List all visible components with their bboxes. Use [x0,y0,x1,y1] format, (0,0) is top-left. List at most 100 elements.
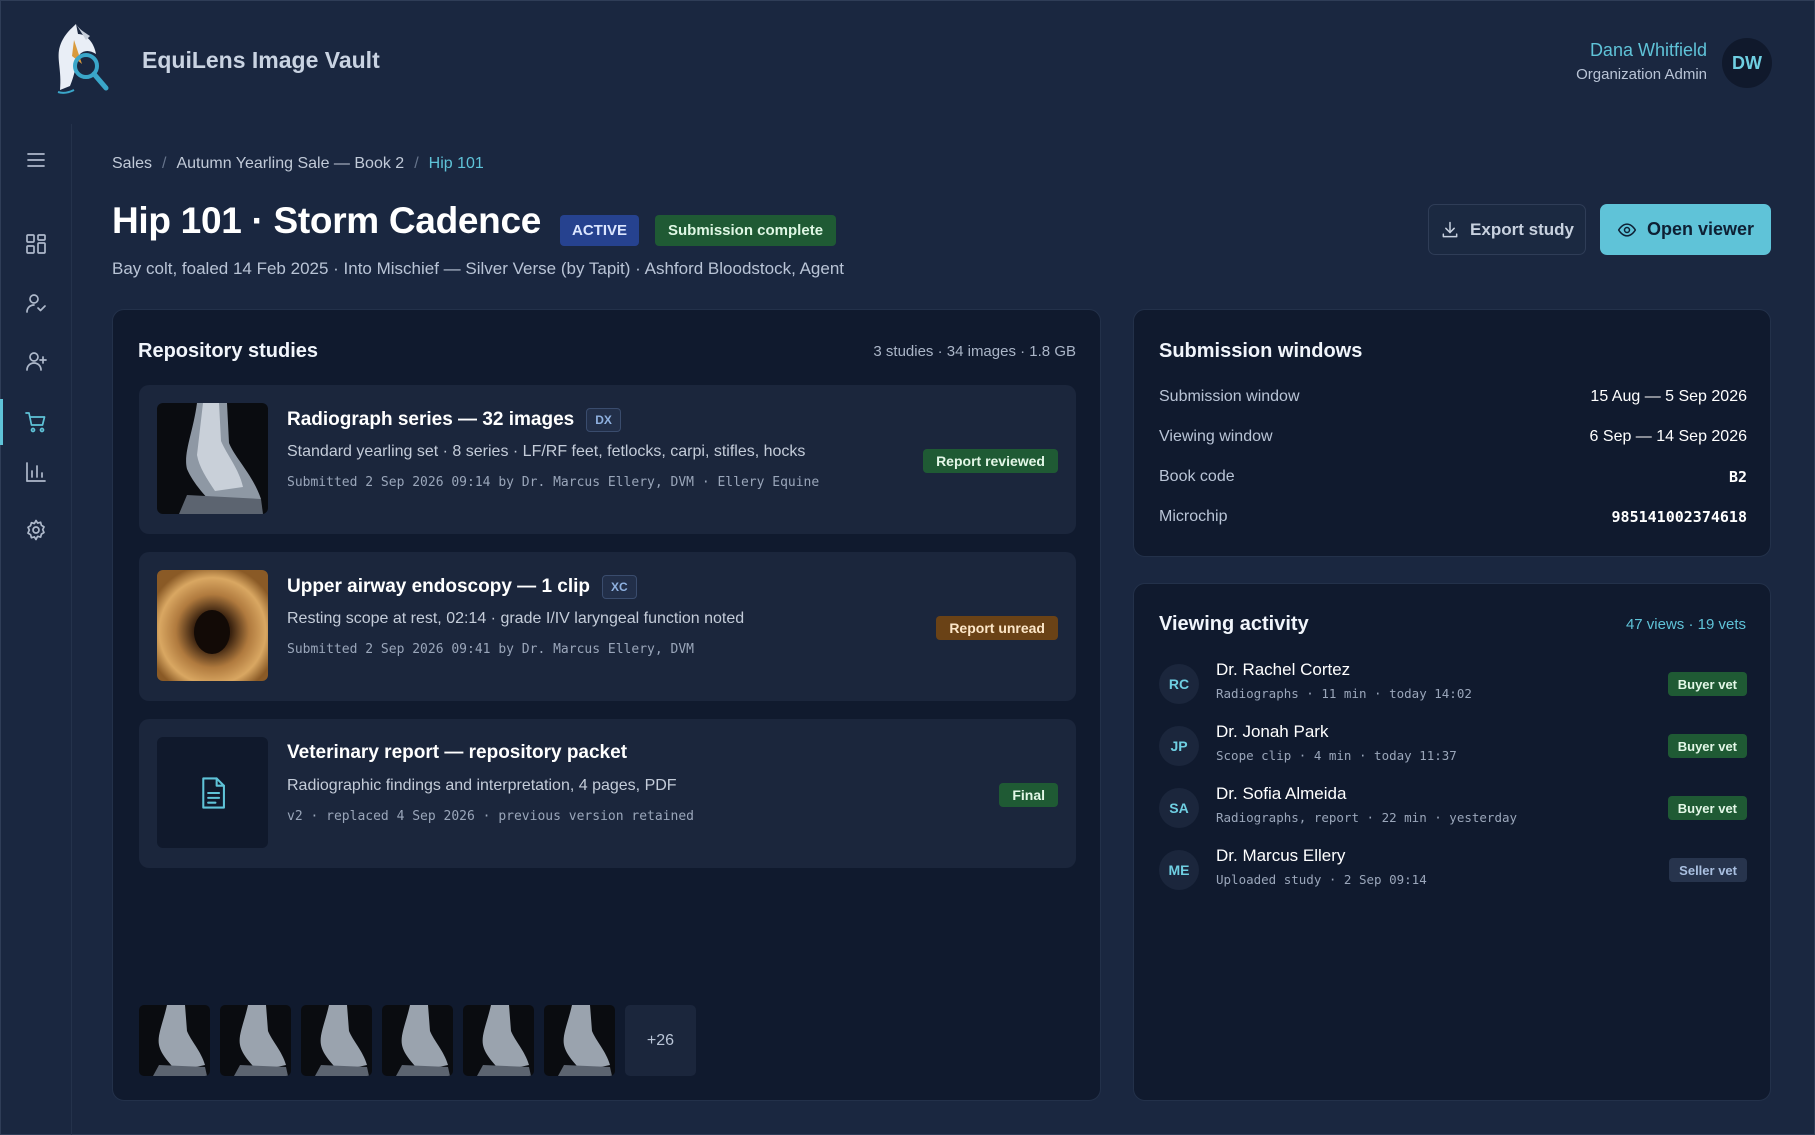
repository-summary: 3 studies · 34 images · 1.8 GB [873,343,1076,360]
viewer-name: Dr. Marcus Ellery [1216,846,1346,865]
breadcrumb-current: Hip 101 [428,155,484,172]
app-header: EquiLens Image Vault Dana Whitfield Orga… [0,0,1815,124]
image-thumbnail[interactable] [139,1005,210,1076]
export-study-button[interactable]: Export study [1428,204,1586,255]
viewer-name: Dr. Rachel Cortez [1216,660,1351,679]
bar-chart-icon [26,462,46,482]
study-submitted: Submitted 2 Sep 2026 09:41 by Dr. Marcus… [287,642,694,657]
breadcrumb-separator: / [414,155,419,172]
viewer-name: Dr. Jonah Park [1216,722,1329,741]
image-thumbnail[interactable] [382,1005,453,1076]
viewer-detail: Uploaded study · 2 Sep 09:14 [1216,872,1427,887]
activity-summary[interactable]: 47 views · 19 vets [1626,616,1746,633]
kv-value: 15 Aug — 5 Sep 2026 [1590,388,1747,405]
more-images-button[interactable]: +26 [625,1005,696,1076]
viewer-name: Dr. Sofia Almeida [1216,784,1347,803]
study-title-text: Radiograph series — 32 images [287,409,575,430]
study-version: v2 · replaced 4 Sep 2026 · previous vers… [287,809,694,824]
sidebar-item-verified-users[interactable] [0,280,72,326]
cart-icon [25,412,46,433]
kv-row: Submission window 15 Aug — 5 Sep 2026 [1159,388,1747,406]
role-badge: Buyer vet [1667,734,1747,758]
activity-row[interactable]: RC Dr. Rachel Cortez Radiographs · 11 mi… [1159,657,1747,709]
role-badge: Buyer vet [1667,796,1747,820]
breadcrumb-separator: / [162,155,167,172]
study-card-radiographs[interactable]: Radiograph series — 32 images DX Standar… [139,385,1076,534]
image-thumbnail[interactable] [544,1005,615,1076]
breadcrumb-sales[interactable]: Sales [112,155,152,173]
avatar: JP [1159,726,1199,766]
document-icon [201,776,225,809]
sidebar-item-add-user[interactable] [0,338,72,384]
image-thumbnail[interactable] [220,1005,291,1076]
breadcrumb: Sales / Autumn Yearling Sale — Book 2 / … [112,155,484,173]
study-title-text: Upper airway endoscopy — 1 clip [287,576,591,597]
kv-key: Microchip [1159,508,1228,525]
kv-key: Book code [1159,468,1235,485]
activity-row[interactable]: JP Dr. Jonah Park Scope clip · 4 min · t… [1159,719,1747,771]
repository-studies-panel: Repository studies 3 studies · 34 images… [112,309,1101,1101]
sidebar-item-sales[interactable] [0,399,72,445]
study-title: Upper airway endoscopy — 1 clip XC [287,575,637,599]
avatar: SA [1159,788,1199,828]
modality-badge: XC [602,575,637,599]
study-submitted: Submitted 2 Sep 2026 09:14 by Dr. Marcus… [287,475,820,490]
panel-title: Submission windows [1159,340,1363,362]
radiograph-thumbnail [157,403,268,514]
image-thumbnail[interactable] [463,1005,534,1076]
image-thumbnail-strip: +26 [139,1005,696,1076]
viewer-detail: Radiographs, report · 22 min · yesterday [1216,810,1518,825]
status-badge-submission: Submission complete [655,215,837,246]
role-badge: Seller vet [1669,858,1747,882]
menu-toggle-button[interactable] [0,137,72,183]
submission-windows-panel: Submission windows Submission window 15 … [1133,309,1771,557]
eye-icon [1617,222,1637,237]
study-description: Resting scope at rest, 02:14 · grade I/I… [287,610,745,627]
user-plus-icon [26,352,47,371]
user-role: Organization Admin [1576,66,1707,83]
sidebar-item-dashboard[interactable] [0,221,72,267]
kv-value: 985141002374618 [1611,508,1747,526]
status-badge: Final [999,783,1058,807]
avatar: RC [1159,664,1199,704]
user-check-icon [26,294,46,313]
gear-icon [27,519,45,541]
breadcrumb-sale-book[interactable]: Autumn Yearling Sale — Book 2 [176,155,404,173]
study-card-endoscopy[interactable]: Upper airway endoscopy — 1 clip XC Resti… [139,552,1076,701]
study-description: Radiographic findings and interpretation… [287,777,677,794]
user-name: Dana Whitfield [1589,40,1707,60]
panel-title: Viewing activity [1159,613,1309,635]
kv-row: Viewing window 6 Sep — 14 Sep 2026 [1159,428,1747,446]
study-description: Standard yearling set · 8 series · LF/RF… [287,443,806,460]
kv-row: Microchip 985141002374618 [1159,508,1747,526]
dashboard-icon [26,234,46,254]
user-menu[interactable]: Dana Whitfield Organization Admin [1576,40,1707,83]
study-title: Radiograph series — 32 images DX [287,408,621,432]
endoscopy-thumbnail [157,570,268,681]
kv-value: 6 Sep — 14 Sep 2026 [1589,428,1747,445]
status-badge: Report reviewed [923,449,1058,473]
sidebar-item-settings[interactable] [0,507,72,553]
activity-row[interactable]: SA Dr. Sofia Almeida Radiographs, report… [1159,781,1747,833]
modality-badge: DX [586,408,621,432]
kv-row: Book code B2 [1159,468,1747,486]
study-card-vet-report[interactable]: Veterinary report — repository packet Ra… [139,719,1076,868]
panel-title: Repository studies [138,340,319,362]
activity-row[interactable]: ME Dr. Marcus Ellery Uploaded study · 2 … [1159,843,1747,895]
avatar: ME [1159,850,1199,890]
user-avatar[interactable]: DW [1722,38,1772,88]
sidebar-item-reports[interactable] [0,449,72,495]
role-badge: Buyer vet [1667,672,1747,696]
image-thumbnail[interactable] [301,1005,372,1076]
sidebar [0,124,72,1135]
page-title: Hip 101 · Storm Cadence [112,200,542,241]
export-study-label: Export study [1470,219,1574,239]
status-badge-active: ACTIVE [560,215,640,246]
viewing-activity-panel: Viewing activity 47 views · 19 vets RC D… [1133,583,1771,1101]
horse-details: Bay colt, foaled 14 Feb 2025 · Into Misc… [112,259,845,278]
app-title: EquiLens Image Vault [142,47,380,73]
open-viewer-label: Open viewer [1646,219,1755,239]
download-icon [1442,221,1458,237]
document-thumbnail [157,737,268,848]
open-viewer-button[interactable]: Open viewer [1600,204,1771,255]
